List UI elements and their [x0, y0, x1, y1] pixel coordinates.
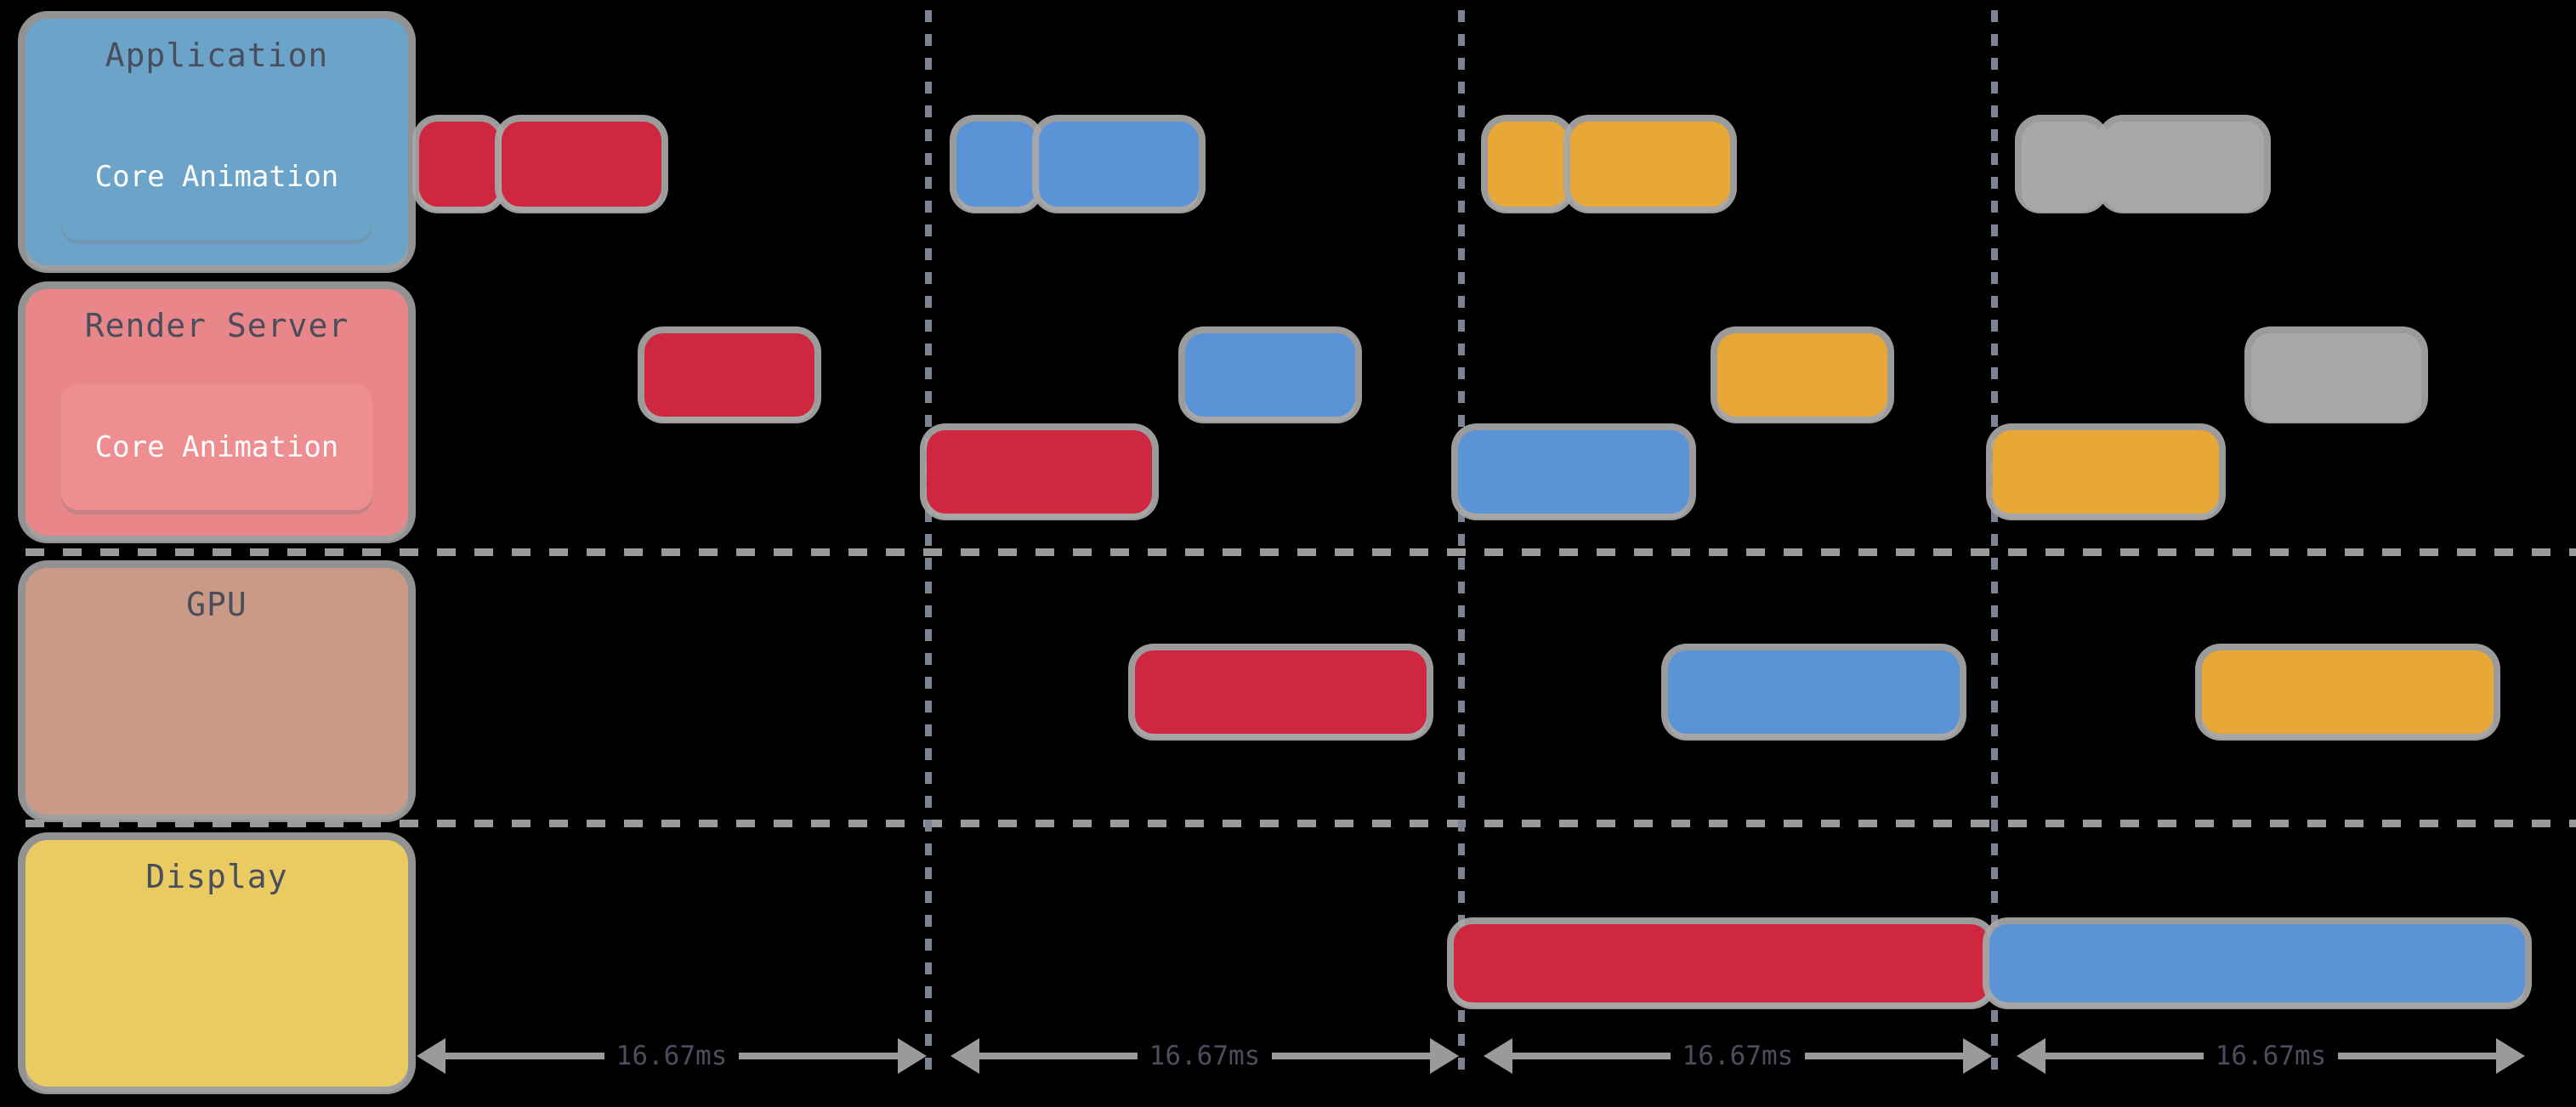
- duration-measure-interval-4: 16.67ms: [2017, 1030, 2525, 1081]
- work-block-render-server-frame3[interactable]: [1717, 333, 1887, 417]
- measure-line-left: [979, 1053, 1138, 1059]
- lane-card-gpu: GPU: [26, 568, 408, 815]
- work-block-application-frame1[interactable]: [502, 122, 661, 207]
- work-block-gpu-frame1[interactable]: [1135, 650, 1427, 734]
- measure-line-left: [2045, 1053, 2204, 1059]
- work-block-render-server-frame2[interactable]: [1458, 430, 1689, 514]
- arrow-right-icon: [2496, 1038, 2525, 1074]
- timeline-diagram: Application Core Animation Render Server Co…: [0, 0, 2576, 1107]
- lane-card-application: Application Core Animation: [26, 19, 408, 265]
- lane-inner-card-render-server: Core Animation: [61, 384, 372, 510]
- work-block-application-frame3[interactable]: [1570, 122, 1730, 207]
- duration-label: 16.67ms: [2215, 1040, 2327, 1071]
- arrow-right-icon: [898, 1038, 927, 1074]
- arrow-left-icon: [417, 1038, 445, 1074]
- work-block-render-server-frame1[interactable]: [644, 333, 814, 417]
- arrow-left-icon: [950, 1038, 979, 1074]
- lane-title-gpu: GPU: [186, 586, 247, 623]
- vsync-boundary-line: [925, 10, 932, 1071]
- measure-line-left: [1512, 1053, 1671, 1059]
- arrow-left-icon: [1484, 1038, 1512, 1074]
- lane-title-display: Display: [145, 858, 288, 895]
- duration-label: 16.67ms: [616, 1040, 728, 1071]
- work-block-application-frame2[interactable]: [1039, 122, 1199, 207]
- lane-card-render-server: Render Server Core Animation: [26, 289, 408, 536]
- lane-inner-label-render-server: Core Animation: [94, 430, 339, 464]
- work-block-gpu-frame3[interactable]: [2202, 650, 2494, 734]
- work-block-application-frame1[interactable]: [419, 122, 499, 207]
- lane-title-application: Application: [105, 37, 329, 74]
- measure-line-left: [445, 1053, 604, 1059]
- work-block-application-frame4[interactable]: [2022, 122, 2102, 207]
- duration-label: 16.67ms: [1149, 1040, 1261, 1071]
- work-block-display-frame2[interactable]: [1989, 924, 2525, 1002]
- duration-measure-interval-2: 16.67ms: [950, 1030, 1459, 1081]
- measure-line-right: [1272, 1053, 1430, 1059]
- lane-inner-label-application: Core Animation: [94, 160, 339, 194]
- lane-divider-line: [26, 820, 2576, 827]
- work-block-render-server-frame1[interactable]: [927, 430, 1152, 514]
- work-block-render-server-frame4[interactable]: [2251, 333, 2421, 417]
- work-block-application-frame3[interactable]: [1488, 122, 1568, 207]
- duration-measure-interval-1: 16.67ms: [417, 1030, 927, 1081]
- vsync-boundary-line: [1991, 10, 1998, 1071]
- duration-measure-interval-3: 16.67ms: [1484, 1030, 1992, 1081]
- work-block-render-server-frame3[interactable]: [1993, 430, 2219, 514]
- work-block-render-server-frame2[interactable]: [1185, 333, 1355, 417]
- measure-line-right: [739, 1053, 898, 1059]
- arrow-left-icon: [2017, 1038, 2045, 1074]
- arrow-right-icon: [1430, 1038, 1459, 1074]
- lane-card-display: Display: [26, 840, 408, 1087]
- duration-label: 16.67ms: [1682, 1040, 1794, 1071]
- work-block-display-frame1[interactable]: [1454, 924, 1989, 1002]
- measure-line-right: [2338, 1053, 2496, 1059]
- lane-inner-card-application: Core Animation: [61, 114, 372, 240]
- lane-title-render-server: Render Server: [84, 307, 349, 344]
- work-block-gpu-frame2[interactable]: [1668, 650, 1960, 734]
- arrow-right-icon: [1963, 1038, 1992, 1074]
- work-block-application-frame4[interactable]: [2104, 122, 2264, 207]
- lane-divider-line: [26, 548, 2576, 556]
- vsync-boundary-line: [1458, 10, 1465, 1071]
- measure-line-right: [1805, 1053, 1963, 1059]
- work-block-application-frame2[interactable]: [956, 122, 1036, 207]
